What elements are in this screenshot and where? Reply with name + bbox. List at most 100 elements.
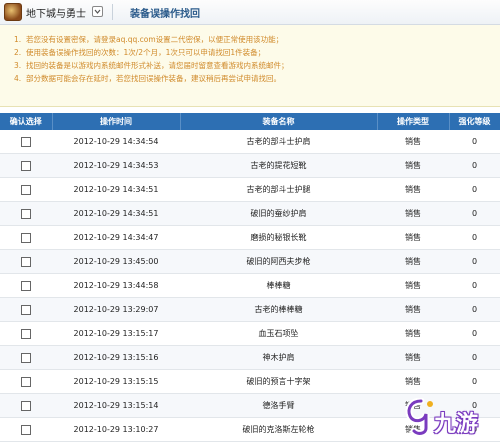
chevron-down-icon bbox=[94, 9, 101, 14]
time-cell: 2012-10-29 13:15:17 bbox=[52, 321, 180, 346]
select-checkbox[interactable] bbox=[21, 400, 31, 411]
notice-panel: 1. 若您没有设置密保，请登录aq.qq.com设置二代密保，以便正常使用该功能；… bbox=[0, 25, 500, 107]
enhance-level-cell: 0 bbox=[449, 201, 500, 226]
equipment-table: 确认选择 操作时间 装备名称 操作类型 强化等级 2012-10-29 14:3… bbox=[0, 113, 500, 442]
notice-number: 1. bbox=[14, 35, 22, 44]
notice-number: 2. bbox=[14, 48, 22, 57]
enhance-level-cell: 0 bbox=[449, 153, 500, 178]
confirm-cell bbox=[0, 225, 52, 250]
notice-number: 3. bbox=[14, 61, 22, 70]
select-checkbox[interactable] bbox=[21, 376, 31, 387]
table-row: 2012-10-29 14:34:47 磨损的秘银长靴 销售 0 bbox=[0, 225, 500, 250]
confirm-cell bbox=[0, 201, 52, 226]
operation-type-cell: 销售 bbox=[377, 225, 449, 250]
item-name-cell: 神木护肩 bbox=[180, 345, 377, 370]
confirm-cell bbox=[0, 393, 52, 418]
confirm-cell bbox=[0, 130, 52, 154]
table-row: 2012-10-29 13:44:58 棒棒糖 销售 0 bbox=[0, 273, 500, 298]
operation-type-cell: 销售 bbox=[377, 369, 449, 394]
enhance-level-cell: 0 bbox=[449, 177, 500, 202]
time-cell: 2012-10-29 14:34:53 bbox=[52, 153, 180, 178]
confirm-cell bbox=[0, 297, 52, 322]
select-checkbox[interactable] bbox=[21, 256, 31, 267]
time-cell: 2012-10-29 13:45:00 bbox=[52, 249, 180, 274]
notice-text: 部分数据可能会存在延时，若您找回误操作装备，建议稍后再尝试申请找回。 bbox=[26, 74, 281, 83]
notice-item: 2. 使用装备误操作找回的次数：1次/2个月，1次只可以申请找回1件装备； bbox=[14, 46, 500, 59]
item-name-cell: 血玉石项坠 bbox=[180, 321, 377, 346]
table-row: 2012-10-29 14:34:53 古老的提花短靴 销售 0 bbox=[0, 153, 500, 178]
enhance-level-cell: 0 bbox=[449, 369, 500, 394]
confirm-cell bbox=[0, 273, 52, 298]
select-checkbox[interactable] bbox=[21, 160, 31, 171]
operation-type-cell: 销售 bbox=[377, 130, 449, 154]
top-bar: 地下城与勇士 装备误操作找回 bbox=[0, 0, 500, 25]
notice-text: 找回的装备是以游戏内系统邮件形式补送，请您届时留意查看游戏内系统邮件； bbox=[26, 61, 289, 70]
game-name: 地下城与勇士 bbox=[26, 9, 86, 20]
table-row: 2012-10-29 13:15:15 破旧的预言十字架 销售 0 bbox=[0, 369, 500, 394]
confirm-cell bbox=[0, 321, 52, 346]
operation-type-cell: 销售 bbox=[377, 273, 449, 298]
watermark-text: 九游 bbox=[434, 412, 479, 437]
notice-text: 使用装备误操作找回的次数：1次/2个月，1次只可以申请找回1件装备； bbox=[26, 48, 266, 57]
item-name-cell: 破旧的蚕纱护肩 bbox=[180, 201, 377, 226]
table-header-row: 确认选择 操作时间 装备名称 操作类型 强化等级 bbox=[0, 113, 500, 130]
enhance-level-cell: 0 bbox=[449, 249, 500, 274]
select-checkbox[interactable] bbox=[21, 136, 31, 147]
notice-item: 1. 若您没有设置密保，请登录aq.qq.com设置二代密保，以便正常使用该功能； bbox=[14, 33, 500, 46]
watermark-logo: 九游 bbox=[404, 398, 496, 440]
table-row: 2012-10-29 13:29:07 古老的棒棒糖 销售 0 bbox=[0, 297, 500, 322]
notice-text: 若您没有设置密保，请登录aq.qq.com设置二代密保，以便正常使用该功能； bbox=[26, 35, 284, 44]
item-name-cell: 古老的部斗士护腿 bbox=[180, 177, 377, 202]
header-time: 操作时间 bbox=[52, 113, 181, 130]
item-name-cell: 破旧的预言十字架 bbox=[180, 369, 377, 394]
notice-item: 4. 部分数据可能会存在延时，若您找回误操作装备，建议稍后再尝试申请找回。 bbox=[14, 72, 500, 85]
game-dropdown-button[interactable] bbox=[92, 6, 103, 17]
select-checkbox[interactable] bbox=[21, 328, 31, 339]
select-checkbox[interactable] bbox=[21, 280, 31, 291]
notice-number: 4. bbox=[14, 74, 22, 83]
confirm-cell bbox=[0, 345, 52, 370]
select-checkbox[interactable] bbox=[21, 304, 31, 315]
confirm-cell bbox=[0, 417, 52, 442]
time-cell: 2012-10-29 13:15:15 bbox=[52, 369, 180, 394]
select-checkbox[interactable] bbox=[21, 232, 31, 243]
select-checkbox[interactable] bbox=[21, 208, 31, 219]
item-name-cell: 古老的提花短靴 bbox=[180, 153, 377, 178]
operation-type-cell: 销售 bbox=[377, 201, 449, 226]
time-cell: 2012-10-29 13:44:58 bbox=[52, 273, 180, 298]
game-logo-icon bbox=[4, 3, 22, 21]
operation-type-cell: 销售 bbox=[377, 249, 449, 274]
time-cell: 2012-10-29 14:34:54 bbox=[52, 130, 180, 154]
header-item-name: 装备名称 bbox=[180, 113, 378, 130]
time-cell: 2012-10-29 13:10:27 bbox=[52, 417, 180, 442]
select-checkbox[interactable] bbox=[21, 352, 31, 363]
select-checkbox[interactable] bbox=[21, 184, 31, 195]
header-divider bbox=[112, 4, 113, 20]
confirm-cell bbox=[0, 369, 52, 394]
select-checkbox[interactable] bbox=[21, 424, 31, 435]
operation-type-cell: 销售 bbox=[377, 297, 449, 322]
item-name-cell: 破旧的克洛斯左轮枪 bbox=[180, 417, 377, 442]
enhance-level-cell: 0 bbox=[449, 225, 500, 250]
header-enhance-level: 强化等级 bbox=[449, 113, 500, 130]
item-name-cell: 古老的部斗士护肩 bbox=[180, 130, 377, 154]
table-row: 2012-10-29 13:15:16 神木护肩 销售 0 bbox=[0, 345, 500, 370]
confirm-cell bbox=[0, 177, 52, 202]
table-row: 2012-10-29 14:34:51 古老的部斗士护腿 销售 0 bbox=[0, 177, 500, 202]
operation-type-cell: 销售 bbox=[377, 153, 449, 178]
time-cell: 2012-10-29 13:29:07 bbox=[52, 297, 180, 322]
enhance-level-cell: 0 bbox=[449, 321, 500, 346]
table-row: 2012-10-29 14:34:51 破旧的蚕纱护肩 销售 0 bbox=[0, 201, 500, 226]
enhance-level-cell: 0 bbox=[449, 273, 500, 298]
enhance-level-cell: 0 bbox=[449, 297, 500, 322]
confirm-cell bbox=[0, 153, 52, 178]
time-cell: 2012-10-29 14:34:51 bbox=[52, 177, 180, 202]
item-name-cell: 磨损的秘银长靴 bbox=[180, 225, 377, 250]
enhance-level-cell: 0 bbox=[449, 345, 500, 370]
operation-type-cell: 销售 bbox=[377, 345, 449, 370]
table-row: 2012-10-29 13:15:17 血玉石项坠 销售 0 bbox=[0, 321, 500, 346]
nine-game-logo-icon bbox=[405, 398, 433, 437]
enhance-level-cell: 0 bbox=[449, 130, 500, 154]
header-operation-type: 操作类型 bbox=[377, 113, 450, 130]
header-confirm: 确认选择 bbox=[0, 113, 53, 130]
